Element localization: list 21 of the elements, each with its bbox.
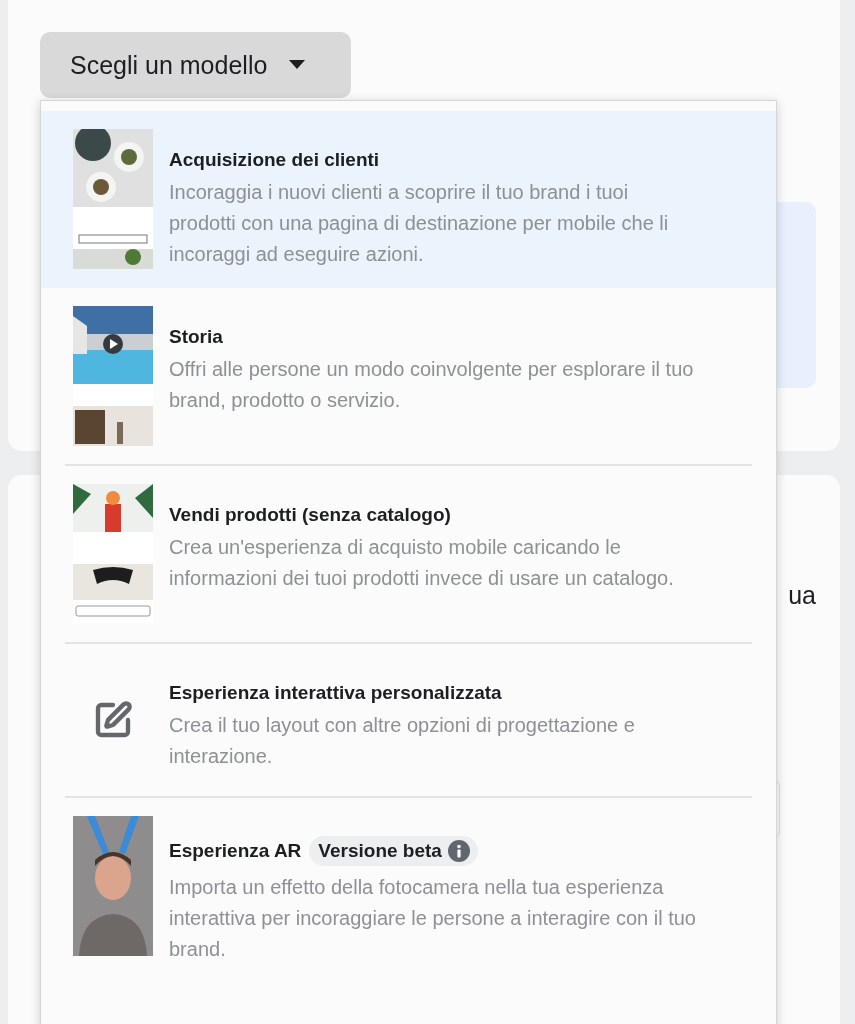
info-icon [447, 840, 470, 862]
option-title: Vendi prodotti (senza catalogo) [169, 504, 451, 526]
body-text: ua [788, 580, 816, 610]
option-title: Esperienza interattiva personalizzata [169, 682, 502, 704]
option-description: Offri alle persone un modo coinvolgente per esplorare il tuo brand, prodotto o servizio. [169, 357, 695, 413]
caret-icon [289, 60, 306, 70]
edit-icon [93, 700, 133, 740]
option-description: Crea un'esperienza di acquisto mobile caricando le informazioni dei tuoi prodotti invece di usare un catalogo. [169, 535, 675, 591]
template-dropdown-button[interactable]: Scegli un modello [40, 32, 351, 98]
template-option[interactable]: Esperienza AR Versione beta Importa un effetto della fotocamera nella tua esperienza interattiva per incoraggiare le persone a interagire con il tuo brand. [41, 798, 776, 983]
option-title: Storia [169, 326, 223, 348]
option-description: Crea il tuo layout con altre opzioni di progettazione e interazione. [169, 713, 636, 769]
option-title: Esperienza AR [169, 840, 302, 862]
template-option[interactable]: Vendi prodotti (senza catalogo) Crea un'esperienza di acquisto mobile caricando le informazioni dei tuoi prodotti invece di usare un catalogo. [41, 466, 776, 644]
template-option[interactable]: Acquisizione dei clienti Incoraggia i nuovi clienti a scoprire il tuo brand i tuoi prodotti con una pagina di destinazione per mobile che li incoraggi ad eseguire azioni. [41, 111, 776, 288]
option-description: Importa un effetto della fotocamera nella tua esperienza interattiva per incoraggiare le persone a interagire con il tuo brand. [169, 875, 697, 962]
template-option[interactable]: Esperienza interattiva personalizzata Crea il tuo layout con altre opzioni di progettazione e interazione. [41, 644, 776, 798]
option-title: Acquisizione dei clienti [169, 149, 380, 171]
beta-label: Versione beta [318, 840, 442, 862]
template-option[interactable]: Storia Offri alle persone un modo coinvolgente per esplorare il tuo brand, prodotto o servizio. [41, 288, 776, 466]
option-description: Incoraggia i nuovi clienti a scoprire il tuo brand i tuoi prodotti con una pagina di destinazione per mobile che li incoraggi ad eseguire azioni. [169, 180, 670, 267]
